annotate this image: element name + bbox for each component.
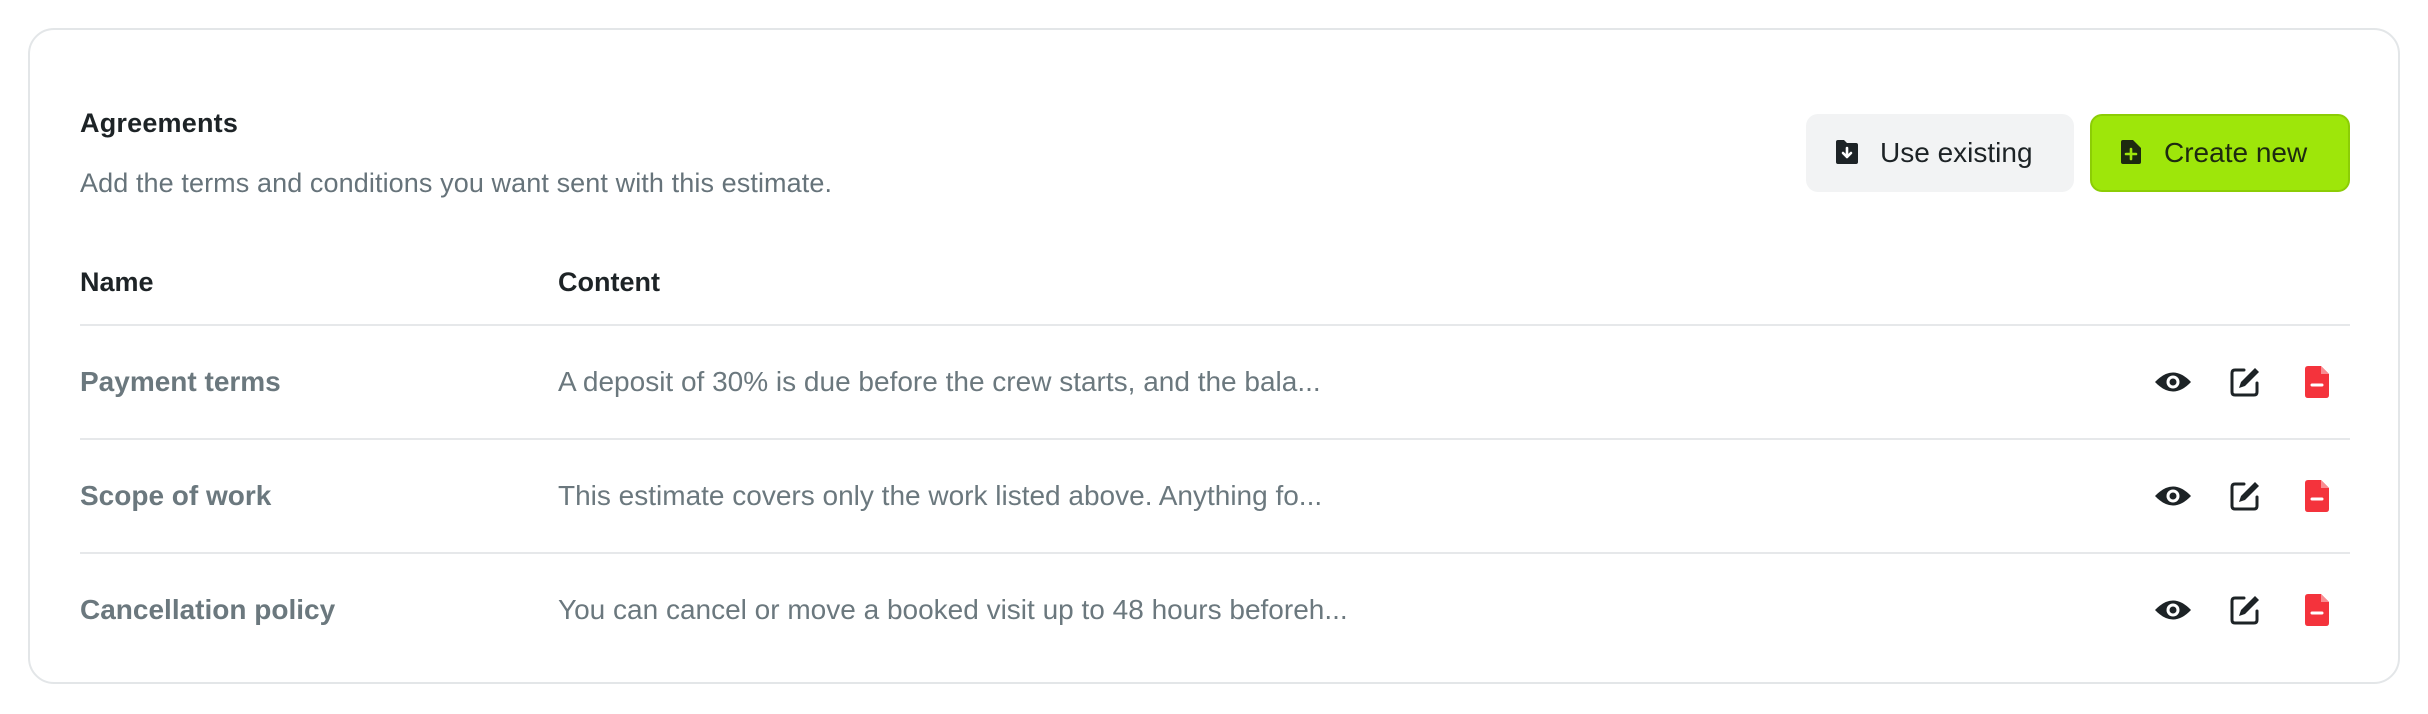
create-new-label: Create new xyxy=(2164,137,2308,168)
file-minus-icon[interactable] xyxy=(2298,477,2336,515)
create-new-button[interactable]: Create new xyxy=(2090,114,2350,192)
use-existing-button[interactable]: Use existing xyxy=(1806,114,2074,192)
agreement-content: This estimate covers only the work liste… xyxy=(558,480,1323,511)
row-actions xyxy=(2154,591,2336,629)
agreement-name: Payment terms xyxy=(80,366,281,397)
file-plus-icon xyxy=(2118,138,2144,168)
eye-icon[interactable] xyxy=(2154,591,2192,629)
agreements-card: Agreements Add the terms and conditions … xyxy=(28,28,2400,684)
section-title: Agreements xyxy=(80,108,239,138)
eye-icon[interactable] xyxy=(2154,477,2192,515)
table-row: Cancellation policy You can cancel or mo… xyxy=(80,554,2350,666)
table-row: Payment terms A deposit of 30% is due be… xyxy=(80,326,2350,440)
agreements-header: Agreements Add the terms and conditions … xyxy=(80,80,2350,200)
agreement-name: Scope of work xyxy=(80,480,272,511)
agreement-content: You can cancel or move a booked visit up… xyxy=(558,594,1348,625)
table-header: Name Content xyxy=(80,240,2350,326)
edit-icon[interactable] xyxy=(2226,591,2264,629)
column-header-name: Name xyxy=(80,266,154,297)
table-row: Scope of work This estimate covers only … xyxy=(80,440,2350,554)
use-existing-label: Use existing xyxy=(1880,137,2033,168)
agreements-table: Name Content Payment terms A deposit of … xyxy=(80,240,2350,666)
section-subtitle: Add the terms and conditions you want se… xyxy=(80,168,833,198)
file-minus-icon[interactable] xyxy=(2298,363,2336,401)
agreement-name: Cancellation policy xyxy=(80,594,336,625)
header-actions: Use existing Create new xyxy=(1806,114,2350,192)
eye-icon[interactable] xyxy=(2154,363,2192,401)
edit-icon[interactable] xyxy=(2226,363,2264,401)
agreement-content: A deposit of 30% is due before the crew … xyxy=(558,366,1321,397)
folder-download-icon xyxy=(1834,138,1860,168)
edit-icon[interactable] xyxy=(2226,477,2264,515)
row-actions xyxy=(2154,477,2336,515)
row-actions xyxy=(2154,363,2336,401)
column-header-content: Content xyxy=(558,266,660,297)
file-minus-icon[interactable] xyxy=(2298,591,2336,629)
